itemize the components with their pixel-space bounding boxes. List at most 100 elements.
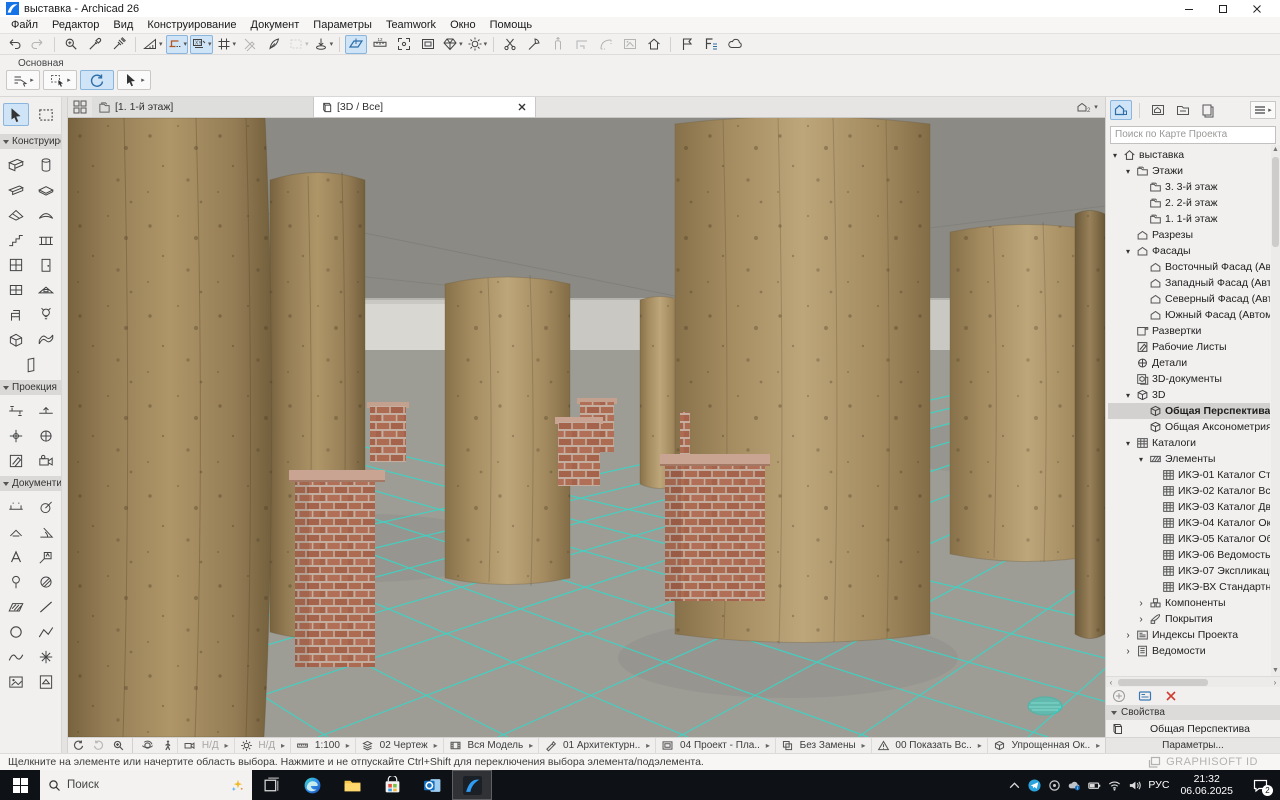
text-tool[interactable]: [3, 545, 29, 568]
picture-button[interactable]: [619, 35, 641, 54]
hotspot-tool[interactable]: [33, 645, 59, 668]
expander-icon[interactable]: [1123, 389, 1133, 401]
tree-item[interactable]: 3D-документы: [1108, 371, 1270, 387]
taskbar-search[interactable]: Поиск: [40, 770, 252, 800]
slab-tool[interactable]: [33, 178, 59, 201]
onedrive-icon[interactable]: i: [1068, 779, 1081, 792]
undo-button[interactable]: [3, 35, 25, 54]
scrollbar-thumb[interactable]: [1118, 679, 1208, 686]
menu-item[interactable]: Редактор: [45, 17, 106, 33]
tray-app-icon[interactable]: [1048, 779, 1061, 792]
wood-column[interactable]: [68, 118, 272, 737]
guide-lines-button[interactable]: [141, 35, 164, 54]
scrollbar-thumb[interactable]: [1272, 157, 1279, 247]
tree-horizontal-scrollbar[interactable]: ‹ ›: [1106, 676, 1280, 687]
edge-button[interactable]: [292, 770, 332, 800]
toolbox-section-design[interactable]: Конструирова: [0, 134, 61, 149]
telegram-icon[interactable]: [1028, 779, 1041, 792]
3d-scene[interactable]: [68, 118, 1105, 737]
pointer-tool-button[interactable]: [117, 70, 151, 90]
figure-tool[interactable]: [3, 670, 29, 693]
expander-icon[interactable]: [1123, 165, 1133, 177]
battery-icon[interactable]: [1088, 779, 1101, 792]
roof-tool[interactable]: [3, 203, 29, 226]
fillet-button[interactable]: [595, 35, 617, 54]
menu-item[interactable]: Помощь: [483, 17, 540, 33]
orbit-button[interactable]: [137, 738, 157, 753]
snap-grid-button[interactable]: [215, 35, 238, 54]
menu-item[interactable]: Файл: [4, 17, 45, 33]
tab-3d-view[interactable]: [3D / Все]: [314, 97, 536, 117]
magic-wand-button[interactable]: [263, 35, 285, 54]
tree-item[interactable]: Северный Фасад (Автоматически: [1108, 291, 1270, 307]
tab-story[interactable]: [1. 1-й этаж]: [92, 97, 314, 117]
3d-style-cell[interactable]: Упрощенная Ок..: [987, 738, 1105, 753]
tree-item[interactable]: Ведомости: [1108, 643, 1270, 659]
drag-tool-button[interactable]: [6, 70, 40, 90]
camera-tool[interactable]: [33, 449, 59, 472]
tree-item[interactable]: выставка: [1108, 147, 1270, 163]
scroll-down-icon[interactable]: ▼: [1271, 666, 1280, 676]
tree-item[interactable]: Рабочие Листы: [1108, 339, 1270, 355]
expander-icon[interactable]: [1123, 629, 1133, 641]
task-view-button[interactable]: [252, 770, 292, 800]
outlook-button[interactable]: [412, 770, 452, 800]
skylight-tool[interactable]: [33, 278, 59, 301]
railing-tool[interactable]: [33, 228, 59, 251]
graphic-overrides-cell[interactable]: Без Замены: [775, 738, 871, 753]
morph-tool[interactable]: [3, 328, 29, 351]
section-tool[interactable]: [3, 399, 29, 422]
volume-icon[interactable]: [1128, 779, 1141, 792]
split-button[interactable]: [523, 35, 545, 54]
project-map-button[interactable]: [1110, 100, 1132, 120]
find-select-button[interactable]: [60, 35, 82, 54]
menu-item[interactable]: Параметры: [306, 17, 379, 33]
tree-item[interactable]: Детали: [1108, 355, 1270, 371]
layout-book-button[interactable]: [1172, 100, 1194, 120]
tree-item[interactable]: Этажи: [1108, 163, 1270, 179]
expander-icon[interactable]: [1110, 149, 1120, 161]
marquee-mode-button[interactable]: [287, 35, 310, 54]
inject-parameters-button[interactable]: [108, 35, 130, 54]
zoom-frame-button[interactable]: [417, 35, 439, 54]
scale-cell[interactable]: 1:100: [290, 738, 355, 753]
column-tool[interactable]: [33, 153, 59, 176]
tree-item[interactable]: Южный Фасад (Автоматически Г: [1108, 307, 1270, 323]
input-constraints-button[interactable]: XY: [190, 35, 213, 54]
menu-item[interactable]: Конструирование: [140, 17, 243, 33]
expander-icon[interactable]: [1123, 437, 1133, 449]
stair-tool[interactable]: [3, 228, 29, 251]
issue-button[interactable]: [676, 35, 698, 54]
window-tool[interactable]: [3, 278, 29, 301]
minimize-button[interactable]: [1172, 1, 1206, 17]
graphisoft-id[interactable]: GRAPHISOFT ID: [1148, 756, 1272, 769]
menu-item[interactable]: Teamwork: [379, 17, 443, 33]
3d-style-button[interactable]: [441, 35, 464, 54]
menu-item[interactable]: Документ: [244, 17, 307, 33]
tree-item[interactable]: 3. 3-й этаж: [1108, 179, 1270, 195]
tree-item[interactable]: ИКЭ-01 Каталог Стен: [1108, 467, 1270, 483]
tree-item[interactable]: ИКЭ-04 Каталог Окон: [1108, 515, 1270, 531]
detail-tool[interactable]: [33, 424, 59, 447]
tree-item[interactable]: ИКЭ-03 Каталог Дверей: [1108, 499, 1270, 515]
object-tool[interactable]: [3, 303, 29, 326]
model-view-options-cell[interactable]: 04 Проект - Пла..: [655, 738, 775, 753]
elevation-tool[interactable]: [33, 399, 59, 422]
sun-settings-button[interactable]: [466, 35, 489, 54]
bimcloud-button[interactable]: [724, 35, 746, 54]
level-dimension-tool[interactable]: [3, 520, 29, 543]
tree-item[interactable]: Общая Перспектива: [1108, 403, 1270, 419]
tab-overview-button[interactable]: [68, 97, 92, 117]
tree-item[interactable]: Разрезы: [1108, 227, 1270, 243]
expander-icon[interactable]: [1136, 453, 1146, 465]
favorites-button[interactable]: [700, 35, 722, 54]
drawing-tool[interactable]: [33, 670, 59, 693]
camera-options-cell[interactable]: Н/Д: [177, 738, 234, 753]
archicad-taskbar-button[interactable]: [452, 770, 492, 800]
next-view-button[interactable]: [88, 738, 108, 753]
delete-view-button[interactable]: [1164, 689, 1178, 703]
view-map-button[interactable]: [1147, 100, 1169, 120]
label-tool[interactable]: [33, 545, 59, 568]
tree-item[interactable]: ИКЭ-05 Каталог Объектов: [1108, 531, 1270, 547]
start-button[interactable]: [0, 770, 40, 800]
